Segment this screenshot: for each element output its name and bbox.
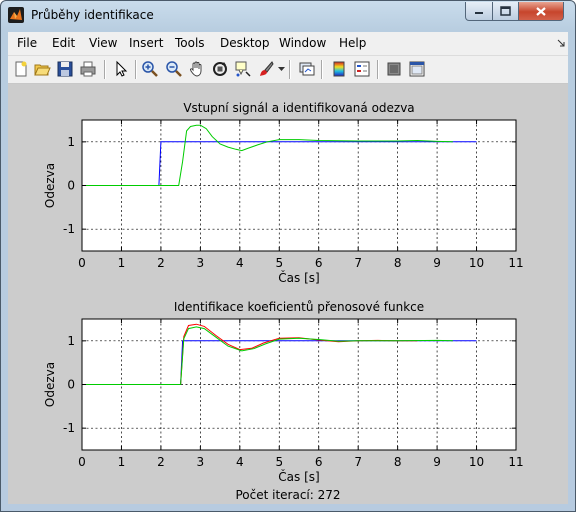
zoom-out-icon[interactable] <box>165 60 183 78</box>
x-tick-label: 7 <box>354 256 362 270</box>
chart-title: Vstupní signál a identifikovaná odezva <box>183 101 414 115</box>
y-tick-label: -1 <box>63 222 75 236</box>
x-tick-label: 10 <box>469 455 484 469</box>
x-tick-label: 4 <box>236 256 244 270</box>
open-file-icon[interactable] <box>33 60 51 78</box>
minimize-button[interactable] <box>465 2 493 21</box>
y-axis-label: Odezva <box>43 362 57 407</box>
x-tick-label: 1 <box>118 455 126 469</box>
new-figure-icon[interactable] <box>12 60 30 78</box>
x-axis-label: Čas [s] <box>278 469 319 484</box>
figure-plots: 0 1 2 3 4 5 6 7 8 9 10 1110-1Vstupní signál a ident… <box>43 101 524 502</box>
menu-window[interactable]: Window <box>279 36 326 50</box>
y-tick-label: 0 <box>67 378 75 392</box>
zoom-in-icon[interactable] <box>141 60 159 78</box>
y-axis-label: Odezva <box>43 163 57 208</box>
toolbar <box>8 56 568 84</box>
axes-bottom[interactable]: 0 1 2 3 4 5 6 7 8 9 10 1110-1Identifikace koeficien… <box>43 300 524 484</box>
y-tick-label: 1 <box>67 135 75 149</box>
x-tick-label: 8 <box>394 256 402 270</box>
x-tick-label: 3 <box>197 455 205 469</box>
x-tick-label: 2 <box>157 455 165 469</box>
window-title: Průběhy identifikace <box>31 8 154 22</box>
y-tick-label: 1 <box>67 334 75 348</box>
save-icon[interactable] <box>56 60 74 78</box>
x-tick-label: 6 <box>315 256 323 270</box>
toolbar-separator <box>377 60 379 79</box>
rotate-3d-icon[interactable] <box>211 60 229 78</box>
close-button[interactable] <box>518 2 564 21</box>
x-tick-label: 10 <box>469 256 484 270</box>
iteration-count: Počet iterací: 272 <box>235 488 340 502</box>
menu-help[interactable]: Help <box>339 36 366 50</box>
x-tick-label: 11 <box>508 256 523 270</box>
arrow-pointer-icon[interactable] <box>112 60 130 78</box>
x-tick-label: 9 <box>433 256 441 270</box>
x-tick-label: 3 <box>197 256 205 270</box>
x-tick-label: 5 <box>275 455 283 469</box>
x-tick-label: 1 <box>118 256 126 270</box>
maximize-button[interactable] <box>492 2 519 21</box>
show-plot-tools-icon[interactable] <box>408 60 426 78</box>
toolbar-separator <box>135 60 137 79</box>
chart-title: Identifikace koeficientů přenosové funkc… <box>174 300 424 314</box>
toolbar-separator <box>321 60 323 79</box>
x-tick-label: 7 <box>354 455 362 469</box>
x-tick-label: 9 <box>433 455 441 469</box>
x-tick-label: 2 <box>157 256 165 270</box>
minimize-icon <box>475 12 483 14</box>
menu-desktop[interactable]: Desktop <box>220 36 270 50</box>
data-cursor-icon[interactable] <box>234 60 252 78</box>
x-tick-label: 0 <box>78 455 86 469</box>
brush-dropdown-icon[interactable] <box>278 67 285 72</box>
x-tick-label: 8 <box>394 455 402 469</box>
figure-window: Průběhy identifikace File Edit View Inse… <box>0 0 576 512</box>
menu-view[interactable]: View <box>89 36 117 50</box>
matlab-icon <box>8 7 24 23</box>
colorbar-icon[interactable] <box>330 60 348 78</box>
menu-bar: File Edit View Insert Tools Desktop Wind… <box>8 32 568 56</box>
x-tick-label: 5 <box>275 256 283 270</box>
toolbar-separator <box>104 60 106 79</box>
axes-top[interactable]: 0 1 2 3 4 5 6 7 8 9 10 1110-1Vstupní signál a ident… <box>43 101 524 285</box>
dock-arrow-icon[interactable] <box>557 39 565 47</box>
y-tick-label: -1 <box>63 421 75 435</box>
y-tick-label: 0 <box>67 179 75 193</box>
title-bar[interactable]: Průběhy identifikace <box>1 1 575 31</box>
x-tick-label: 0 <box>78 256 86 270</box>
link-plot-icon[interactable] <box>298 60 316 78</box>
x-axis-label: Čas [s] <box>278 270 319 285</box>
hide-plot-tools-icon[interactable] <box>385 60 403 78</box>
maximize-icon <box>500 6 511 16</box>
print-icon[interactable] <box>79 60 97 78</box>
figure-canvas: 0 1 2 3 4 5 6 7 8 9 10 11 1 0 -1 Vstupní signál a ident… <box>8 84 568 504</box>
menu-file[interactable]: File <box>17 36 37 50</box>
menu-insert[interactable]: Insert <box>129 36 163 50</box>
menu-tools[interactable]: Tools <box>175 36 205 50</box>
brush-icon[interactable] <box>257 60 275 78</box>
menu-edit[interactable]: Edit <box>52 36 75 50</box>
x-tick-label: 11 <box>508 455 523 469</box>
close-icon <box>536 6 546 16</box>
legend-icon[interactable] <box>353 60 371 78</box>
x-tick-label: 4 <box>236 455 244 469</box>
pan-hand-icon[interactable] <box>188 60 206 78</box>
x-tick-label: 6 <box>315 455 323 469</box>
toolbar-separator <box>289 60 291 79</box>
